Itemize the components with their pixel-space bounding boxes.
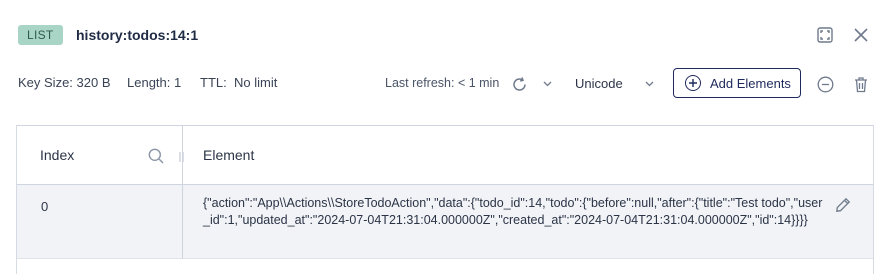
close-button[interactable] (849, 23, 873, 47)
key-size: Key Size: 320 B (18, 75, 111, 90)
close-icon (854, 28, 868, 42)
encoding-dropdown[interactable] (643, 78, 655, 90)
column-divider (182, 125, 183, 259)
last-refresh-text: Last refresh: < 1 min (385, 76, 500, 90)
chevron-down-icon (543, 81, 551, 87)
column-header-index: Index (40, 147, 75, 163)
ttl-label: TTL: (200, 75, 227, 90)
refresh-button[interactable] (508, 73, 530, 95)
table-row: 0 {"action":"App\\Actions\\StoreTodoActi… (17, 185, 873, 259)
add-elements-label: Add Elements (710, 75, 791, 91)
remove-elements-button[interactable] (814, 73, 836, 95)
key-details-header: LIST history:todos:14:1 (0, 0, 892, 70)
column-header-element: Element (203, 147, 255, 163)
fullscreen-button[interactable] (813, 23, 837, 47)
encoding-select[interactable]: Unicode (575, 76, 623, 91)
add-elements-button[interactable]: Add Elements (673, 68, 801, 98)
type-badge: LIST (18, 25, 63, 45)
pencil-icon (836, 197, 851, 212)
search-icon (148, 148, 164, 164)
row-element-value[interactable]: {"action":"App\\Actions\\StoreTodoAction… (203, 195, 823, 229)
auto-refresh-dropdown[interactable] (541, 78, 553, 90)
fullscreen-icon (817, 27, 833, 43)
row-index: 0 (41, 199, 49, 214)
list-elements-table: Index Element 0 {"action":"App\\Actions\… (16, 125, 874, 274)
index-search-button[interactable] (146, 146, 166, 166)
chevron-down-icon (645, 81, 653, 87)
delete-key-button[interactable] (850, 73, 872, 95)
key-name-title[interactable]: history:todos:14:1 (76, 27, 198, 43)
trash-icon (855, 76, 867, 92)
plus-circle-icon (685, 75, 701, 91)
edit-element-button[interactable] (835, 197, 855, 217)
refresh-icon (512, 76, 526, 91)
list-length: Length: 1 (127, 75, 182, 90)
table-header: Index Element (17, 125, 873, 185)
minus-circle-icon (817, 76, 833, 92)
ttl-value[interactable]: No limit (234, 75, 277, 90)
